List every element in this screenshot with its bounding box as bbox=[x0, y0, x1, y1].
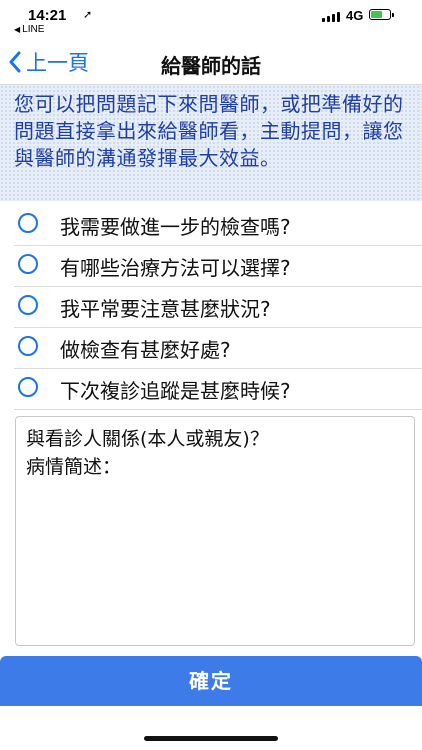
page-title: 給醫師的話 bbox=[161, 54, 261, 78]
question-label: 我需要做進一步的檢查嗎? bbox=[60, 215, 291, 239]
battery-charging-icon bbox=[369, 9, 394, 20]
question-list: 我需要做進一步的檢查嗎? 有哪些治療方法可以選擇? 我平常要注意甚麼狀況? 做檢… bbox=[0, 205, 422, 410]
question-label: 做檢查有甚麼好處? bbox=[60, 338, 231, 362]
intro-banner: 您可以把問題記下來問醫師，或把準備好的問題直接拿出來給醫師看，主動提問，讓您與醫… bbox=[0, 85, 422, 201]
signal-bars-icon bbox=[322, 12, 342, 22]
home-indicator[interactable] bbox=[144, 736, 278, 741]
radio-button-icon[interactable] bbox=[18, 254, 38, 274]
location-arrow-icon: ➚ bbox=[83, 8, 93, 21]
question-item[interactable]: 有哪些治療方法可以選擇? bbox=[14, 246, 422, 287]
back-triangle-icon: ◀ bbox=[14, 25, 21, 34]
radio-button-icon[interactable] bbox=[18, 295, 38, 315]
radio-button-icon[interactable] bbox=[18, 377, 38, 397]
question-item[interactable]: 下次複診追蹤是甚麼時候? bbox=[14, 369, 422, 410]
back-to-app-link[interactable]: ◀ LINE bbox=[14, 24, 44, 35]
question-item[interactable]: 做檢查有甚麼好處? bbox=[14, 328, 422, 369]
question-label: 我平常要注意甚麼狀況? bbox=[60, 297, 271, 321]
radio-button-icon[interactable] bbox=[18, 336, 38, 356]
status-time: 14:21 bbox=[28, 7, 67, 24]
note-textarea[interactable]: 與看診人關係(本人或親友)？ 病情簡述： bbox=[15, 416, 415, 646]
radio-button-icon[interactable] bbox=[18, 213, 38, 233]
back-app-label: LINE bbox=[22, 24, 45, 35]
question-label: 下次複診追蹤是甚麼時候? bbox=[60, 379, 291, 403]
bottom-safe-area bbox=[0, 706, 422, 750]
note-line-relationship: 與看診人關係(本人或親友)？ bbox=[26, 428, 269, 450]
confirm-button[interactable]: 確定 bbox=[0, 656, 422, 706]
question-label: 有哪些治療方法可以選擇? bbox=[60, 256, 291, 280]
note-line-description: 病情簡述： bbox=[26, 456, 122, 478]
network-type: 4G bbox=[346, 8, 364, 23]
status-bar: 14:21 ➚ ◀ LINE 4G bbox=[0, 0, 422, 40]
question-item[interactable]: 我需要做進一步的檢查嗎? bbox=[14, 205, 422, 246]
intro-text: 您可以把問題記下來問醫師，或把準備好的問題直接拿出來給醫師看，主動提問，讓您與醫… bbox=[14, 92, 404, 170]
question-item[interactable]: 我平常要注意甚麼狀況? bbox=[14, 287, 422, 328]
navigation-bar: 上一頁 給醫師的話 bbox=[0, 40, 422, 85]
